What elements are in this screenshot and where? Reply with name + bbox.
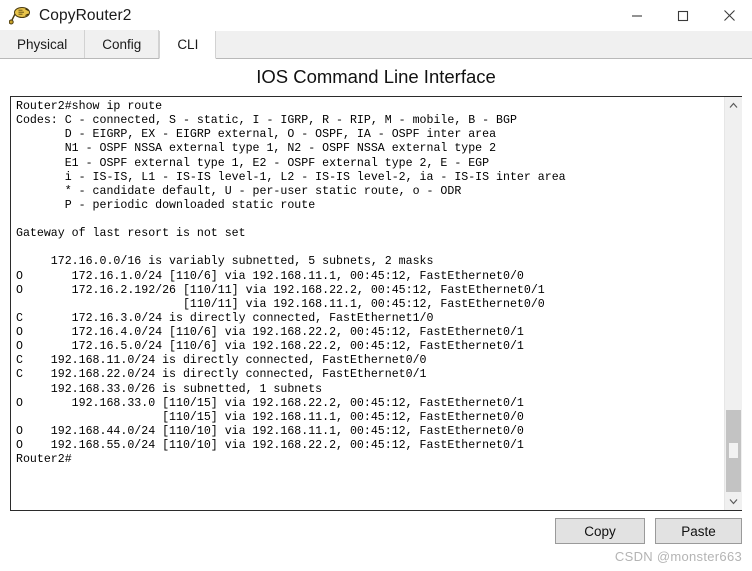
window-controls (614, 0, 752, 31)
scrollbar-track[interactable] (725, 114, 742, 493)
maximize-button[interactable] (660, 0, 706, 31)
terminal-scrollbar[interactable] (724, 97, 742, 510)
tab-physical-label: Physical (17, 36, 68, 52)
tab-config-label: Config (102, 36, 142, 52)
copy-button-label: Copy (584, 523, 616, 539)
tab-bar: Physical Config CLI (0, 30, 752, 59)
tab-config[interactable]: Config (85, 30, 160, 58)
chevron-down-icon (729, 499, 738, 505)
close-button[interactable] (706, 0, 752, 31)
watermark: CSDN @monster663 (614, 549, 742, 564)
window-titlebar: CopyRouter2 (0, 0, 752, 31)
device-config-window: CopyRouter2 Physical Config CLI IOS Comm… (0, 0, 752, 571)
maximize-icon (677, 10, 689, 21)
chevron-up-icon (729, 102, 738, 108)
paste-button-label: Paste (681, 523, 716, 539)
scrollbar-thumb[interactable] (726, 410, 741, 492)
window-title: CopyRouter2 (39, 6, 132, 24)
copy-button[interactable]: Copy (555, 518, 645, 544)
scroll-up-button[interactable] (725, 97, 742, 114)
paste-button[interactable]: Paste (655, 518, 742, 544)
minimize-icon (632, 14, 642, 17)
tab-cli-label: CLI (177, 37, 199, 52)
scroll-down-button[interactable] (725, 493, 742, 510)
close-icon (723, 10, 735, 21)
minimize-button[interactable] (614, 0, 660, 31)
cli-output: Router2#show ip route Codes: C - connect… (16, 100, 566, 467)
cli-terminal[interactable]: Router2#show ip route Codes: C - connect… (11, 97, 724, 510)
cli-terminal-container: Router2#show ip route Codes: C - connect… (10, 96, 742, 511)
scrollbar-thumb-grip (729, 443, 738, 458)
tab-physical[interactable]: Physical (0, 30, 86, 58)
action-button-row: Copy Paste (0, 518, 752, 546)
tab-cli[interactable]: CLI (159, 31, 217, 59)
router-device-icon (8, 6, 31, 26)
page-title: IOS Command Line Interface (0, 59, 752, 94)
